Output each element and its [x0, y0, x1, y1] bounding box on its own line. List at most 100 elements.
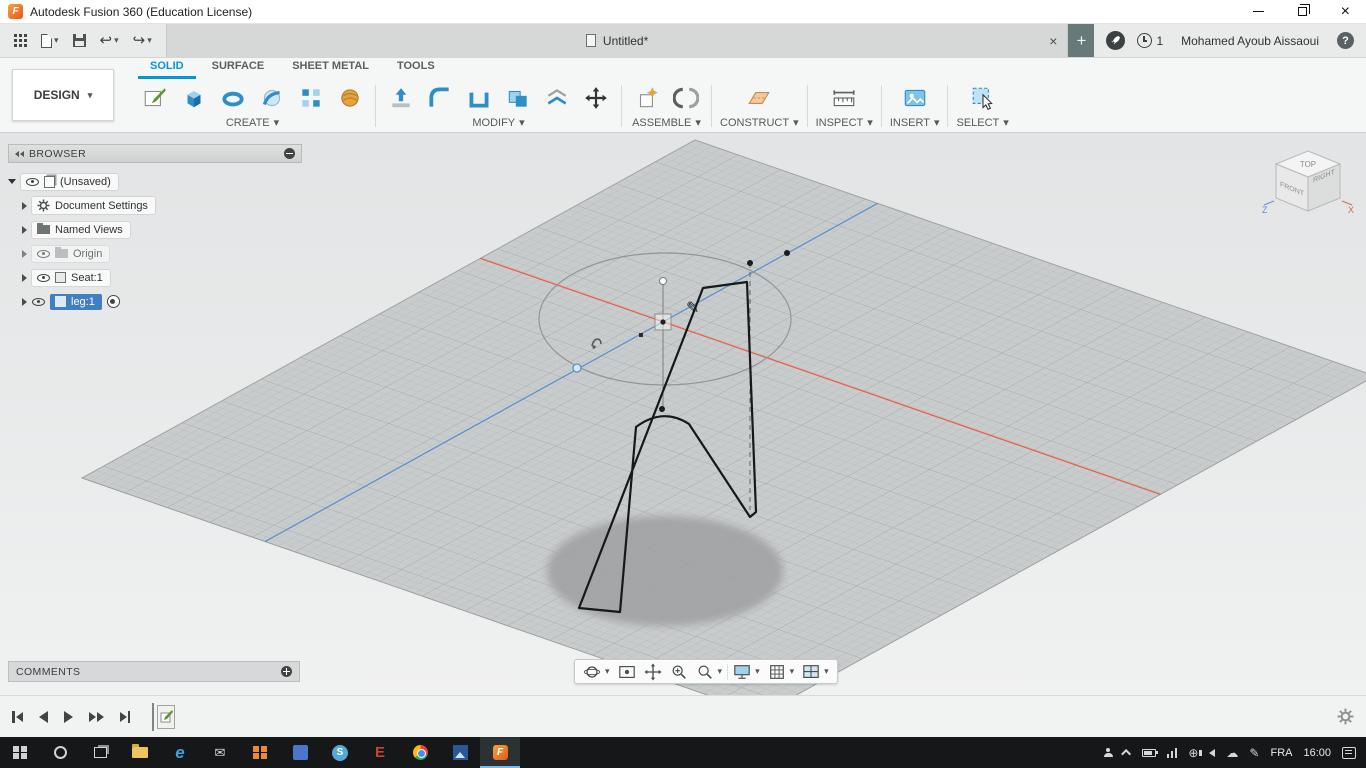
speaker-icon[interactable] [1199, 748, 1216, 757]
view-cube[interactable]: TOP FRONT RIGHT Z X [1260, 145, 1356, 225]
tree-item-unsaved[interactable]: (Unsaved) [8, 171, 302, 192]
user-account-button[interactable]: Mohamed Ayoub Aissaoui [1181, 34, 1319, 48]
undo-button[interactable]: ↩ ▾ [100, 33, 119, 48]
start-button[interactable] [0, 737, 40, 768]
expander-right-icon[interactable] [22, 273, 27, 282]
offset-face-button[interactable] [540, 81, 574, 115]
data-panel-icon[interactable] [14, 34, 27, 47]
sweep-button[interactable] [255, 81, 289, 115]
zoom-button[interactable] [667, 662, 691, 682]
search-button[interactable] [40, 737, 80, 768]
mail-button[interactable]: ✉ [200, 737, 240, 768]
measure-button[interactable] [827, 81, 861, 115]
job-status-button[interactable]: 1 [1137, 33, 1163, 48]
selected-item-pill[interactable]: leg:1 [50, 293, 102, 310]
display-settings-button[interactable]: ▾ [730, 662, 763, 682]
skip-to-end-button[interactable] [119, 710, 130, 723]
tab-close-icon[interactable]: × [1049, 33, 1057, 49]
expander-right-icon[interactable] [22, 297, 27, 306]
file-menu-button[interactable]: ▾ [41, 33, 59, 48]
maximize-restore-icon[interactable] [1297, 4, 1310, 16]
help-button[interactable]: ? [1337, 32, 1354, 49]
collapse-panel-icon[interactable] [15, 150, 24, 157]
fusion360-taskbar-button[interactable]: F [480, 737, 520, 768]
edge-button[interactable]: e [160, 737, 200, 768]
shell-button[interactable] [462, 81, 496, 115]
construct-dropdown[interactable]: CONSTRUCT ▾ [720, 115, 799, 132]
create-dropdown[interactable]: CREATE ▾ [226, 115, 279, 132]
clock[interactable]: 16:00 [1303, 747, 1331, 759]
viewports-button[interactable]: ▾ [799, 662, 832, 682]
browser-minimize-icon[interactable] [284, 148, 295, 159]
visibility-eye-icon[interactable] [37, 273, 50, 282]
tree-item-document-settings[interactable]: Document Settings [8, 195, 302, 216]
press-pull-button[interactable] [384, 81, 418, 115]
photos-button[interactable] [440, 737, 480, 768]
workspace-selector[interactable]: DESIGN ▾ [12, 69, 114, 121]
grid-snap-button[interactable]: ▾ [765, 662, 798, 682]
minimize-icon[interactable] [1252, 11, 1264, 12]
app-e-button[interactable]: E [360, 737, 400, 768]
tab-surface[interactable]: SURFACE [200, 58, 277, 79]
step-forward-button[interactable] [88, 711, 104, 722]
tree-item-named-views[interactable]: Named Views [8, 219, 302, 240]
visibility-eye-icon[interactable] [37, 249, 50, 258]
tab-tools[interactable]: TOOLS [385, 58, 447, 79]
browser-header[interactable]: BROWSER [8, 144, 302, 163]
zoom-window-button[interactable]: ▾ [693, 662, 726, 682]
ink-pen-icon[interactable]: ✎ [1249, 747, 1259, 759]
comments-bar[interactable]: COMMENTS [8, 661, 300, 682]
save-button[interactable] [72, 34, 86, 47]
cloud-icon[interactable]: ☁ [1226, 747, 1238, 759]
new-document-tab-button[interactable]: + [1068, 24, 1095, 57]
chrome-button[interactable] [400, 737, 440, 768]
timeline-position-marker[interactable] [152, 702, 154, 731]
timeline-sketch-feature[interactable] [157, 704, 175, 729]
expander-right-icon[interactable] [22, 201, 27, 210]
coil-button[interactable] [333, 81, 367, 115]
document-tab[interactable]: Untitled* × [167, 24, 1068, 57]
language-indicator[interactable]: FRA [1270, 747, 1292, 759]
fillet-button[interactable] [423, 81, 457, 115]
tree-item-leg[interactable]: leg:1 [8, 291, 302, 312]
action-center-icon[interactable] [1342, 746, 1356, 759]
select-button[interactable] [966, 81, 1000, 115]
store-button[interactable] [240, 737, 280, 768]
visibility-eye-icon[interactable] [26, 177, 39, 186]
battery-icon[interactable] [1141, 748, 1158, 757]
orbit-button[interactable]: ▾ [580, 662, 613, 682]
tree-item-seat[interactable]: Seat:1 [8, 267, 302, 288]
pan-button[interactable] [641, 662, 665, 682]
move-copy-button[interactable] [579, 81, 613, 115]
combine-button[interactable] [501, 81, 535, 115]
step-back-button[interactable] [38, 710, 48, 723]
file-explorer-button[interactable] [120, 737, 160, 768]
modify-dropdown[interactable]: MODIFY ▾ [472, 115, 524, 132]
extensions-button[interactable] [1106, 31, 1126, 50]
task-view-button[interactable] [80, 737, 120, 768]
insert-button[interactable] [898, 81, 932, 115]
look-at-button[interactable] [615, 662, 639, 682]
tree-item-origin[interactable]: Origin [8, 243, 302, 264]
network-icon[interactable] [1166, 747, 1178, 758]
people-icon[interactable] [1103, 748, 1113, 757]
activate-component-radio-icon[interactable] [106, 295, 120, 308]
joint-button[interactable] [669, 81, 703, 115]
app-blue-button[interactable] [280, 737, 320, 768]
construct-plane-button[interactable] [742, 81, 776, 115]
select-dropdown[interactable]: SELECT ▾ [956, 115, 1008, 132]
close-icon[interactable]: × [1341, 3, 1350, 20]
pattern-button[interactable] [294, 81, 328, 115]
assemble-dropdown[interactable]: ASSEMBLE ▾ [632, 115, 701, 132]
inspect-dropdown[interactable]: INSPECT ▾ [816, 115, 873, 132]
skip-to-start-button[interactable] [12, 710, 23, 723]
extrude-button[interactable] [177, 81, 211, 115]
insert-dropdown[interactable]: INSERT ▾ [890, 115, 940, 132]
expander-right-icon[interactable] [22, 249, 27, 258]
show-hidden-icons-chevron[interactable] [1120, 748, 1131, 759]
globe-icon[interactable]: ⊕ [1188, 747, 1198, 759]
expander-down-icon[interactable] [8, 179, 16, 184]
add-comment-icon[interactable] [281, 666, 292, 677]
new-component-button[interactable] [630, 81, 664, 115]
origin-manipulator[interactable] [654, 313, 672, 331]
